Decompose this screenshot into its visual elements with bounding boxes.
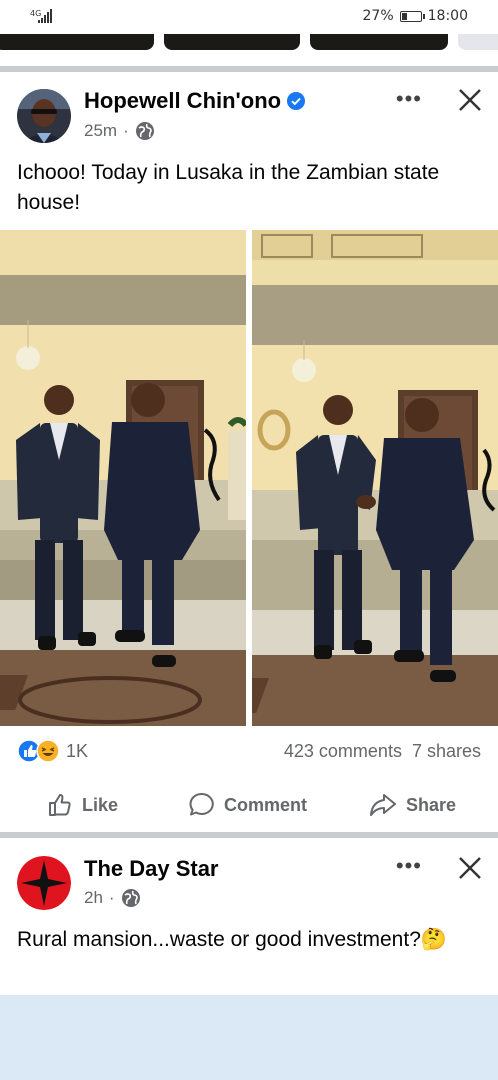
battery-percent: 27%	[362, 8, 394, 24]
like-label: Like	[82, 794, 119, 815]
author-avatar[interactable]	[17, 856, 71, 910]
clock: 18:00	[427, 8, 468, 24]
shares-count[interactable]: 7 shares	[412, 741, 481, 762]
globe-icon	[121, 889, 140, 907]
more-options-icon[interactable]: •••	[396, 853, 422, 879]
post-meta: 25m ·	[84, 121, 155, 141]
signal-icon	[38, 9, 52, 23]
post-meta: 2h ·	[84, 888, 141, 908]
post-photo[interactable]	[252, 230, 498, 726]
author-name-row[interactable]: Hopewell Chin'ono	[84, 88, 306, 114]
share-button[interactable]: Share	[368, 785, 456, 825]
reactions-count[interactable]: 1K	[66, 741, 88, 762]
haha-reaction-icon	[36, 739, 60, 763]
post-time[interactable]: 2h	[84, 888, 103, 908]
author-avatar[interactable]	[17, 89, 71, 143]
globe-icon	[135, 122, 154, 140]
more-options-icon[interactable]: •••	[396, 86, 422, 112]
close-icon[interactable]	[456, 854, 484, 882]
comment-icon	[189, 792, 214, 816]
author-name[interactable]: The Day Star	[84, 856, 219, 882]
reactions-summary[interactable]: 1K	[17, 739, 88, 763]
status-bar: 4G 27% 18:00	[0, 0, 498, 34]
story-card[interactable]	[0, 34, 154, 50]
post-media-preview[interactable]	[0, 995, 498, 1080]
meta-separator: ·	[123, 121, 129, 140]
story-card[interactable]	[458, 34, 498, 50]
post-text: Ichooo! Today in Lusaka in the Zambian s…	[17, 161, 440, 214]
comments-count[interactable]: 423 comments	[284, 741, 402, 762]
post-time[interactable]: 25m	[84, 121, 117, 141]
verified-badge-icon	[287, 92, 306, 110]
engagement-row: 1K 423 comments 7 shares	[0, 739, 498, 765]
post-text: Rural mansion...waste or good investment…	[17, 928, 448, 951]
feed-divider	[0, 832, 498, 838]
author-name[interactable]: Hopewell Chin'ono	[84, 88, 281, 114]
close-icon[interactable]	[456, 86, 484, 114]
share-label: Share	[406, 794, 457, 815]
post-actions: Like Comment Share	[0, 785, 498, 825]
battery-icon	[399, 10, 425, 22]
like-button[interactable]: Like	[46, 785, 118, 825]
comment-label: Comment	[224, 794, 308, 815]
comment-button[interactable]: Comment	[188, 785, 307, 825]
story-card[interactable]	[310, 34, 448, 50]
meta-separator: ·	[108, 888, 115, 907]
stories-strip[interactable]	[0, 34, 498, 56]
share-icon	[370, 794, 396, 816]
story-card[interactable]	[164, 34, 300, 50]
thumbs-up-icon	[49, 794, 71, 816]
post-photo[interactable]	[0, 230, 246, 726]
